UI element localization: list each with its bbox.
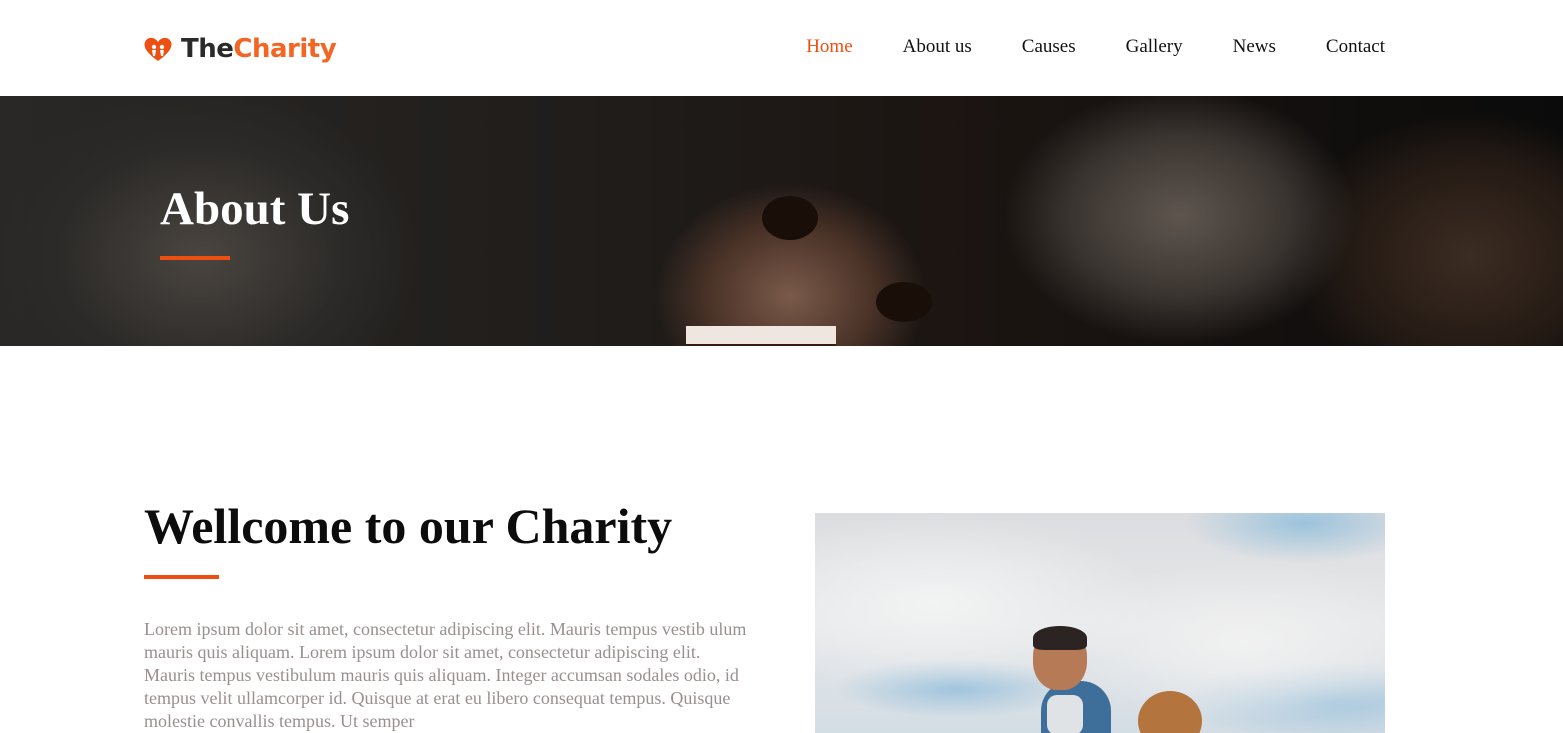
nav-item-home[interactable]: Home bbox=[806, 36, 852, 58]
welcome-paragraph: Lorem ipsum dolor sit amet, consectetur … bbox=[144, 619, 747, 731]
brand-name-dark: The bbox=[181, 34, 234, 64]
nav-item-contact[interactable]: Contact bbox=[1326, 36, 1385, 58]
heart-hands-icon bbox=[143, 35, 173, 63]
title-underline bbox=[160, 256, 230, 260]
welcome-heading: Wellcome to our Charity bbox=[144, 498, 673, 554]
main-nav: Home About us Causes Gallery News Contac… bbox=[806, 36, 1385, 58]
hero-photo-detail bbox=[876, 282, 932, 322]
brand-name: TheCharity bbox=[181, 34, 337, 64]
nav-item-gallery[interactable]: Gallery bbox=[1126, 36, 1183, 58]
nav-item-about-us[interactable]: About us bbox=[903, 36, 972, 58]
site-logo[interactable]: TheCharity bbox=[143, 31, 337, 67]
heading-underline bbox=[144, 575, 219, 579]
site-header: TheCharity Home About us Causes Gallery … bbox=[0, 0, 1563, 96]
hero-photo-detail bbox=[762, 196, 818, 240]
nav-item-news[interactable]: News bbox=[1233, 36, 1276, 58]
page-title: About Us bbox=[160, 183, 350, 235]
hero-photo-detail bbox=[686, 326, 836, 346]
nav-item-causes[interactable]: Causes bbox=[1022, 36, 1076, 58]
photo-detail bbox=[1047, 695, 1083, 733]
photo-detail bbox=[1138, 691, 1202, 733]
photo-detail bbox=[1033, 626, 1087, 650]
hero-banner: About Us bbox=[0, 96, 1563, 346]
brand-name-accent: Charity bbox=[233, 34, 337, 64]
welcome-photo bbox=[815, 513, 1385, 733]
